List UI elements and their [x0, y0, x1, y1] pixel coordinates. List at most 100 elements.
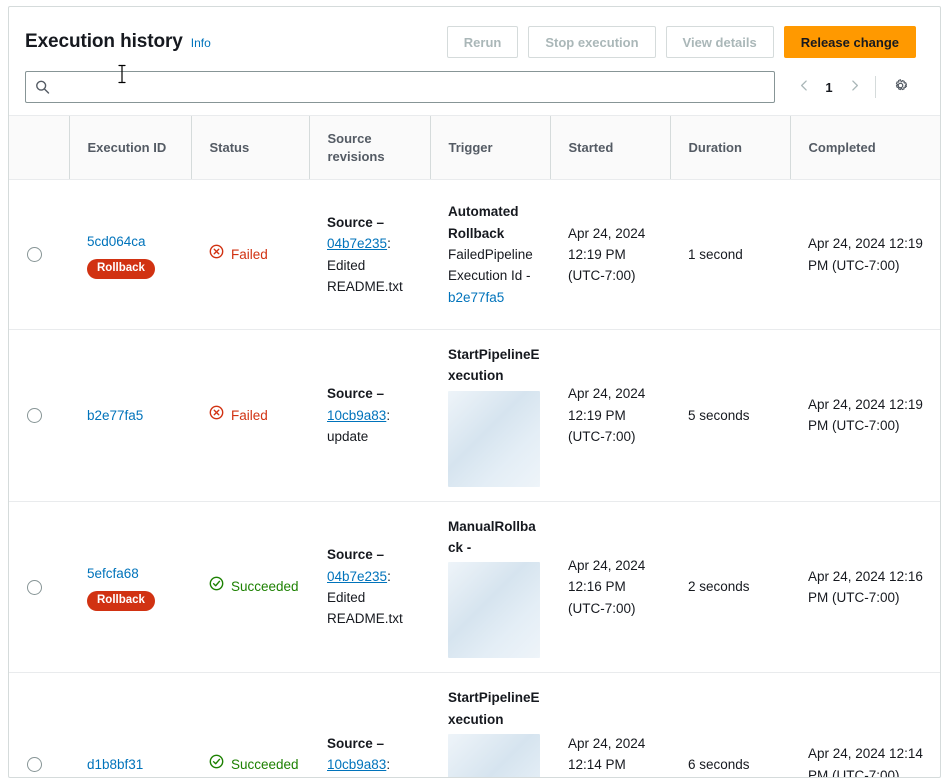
stop-execution-button[interactable]: Stop execution	[528, 26, 655, 58]
source-revision-link[interactable]: 10cb9a83	[327, 757, 386, 772]
started-timestamp: Apr 24, 2024 12:16 PM (UTC-7:00)	[568, 558, 645, 616]
search-row: 1	[9, 61, 940, 115]
table-preferences-button[interactable]	[886, 73, 914, 101]
rerun-button[interactable]: Rerun	[447, 26, 519, 58]
trigger-image-placeholder	[448, 562, 540, 658]
execution-history-table: Execution ID Status Source revisions Tri…	[9, 115, 940, 778]
row-select-cell	[9, 501, 69, 673]
status-failed-icon	[209, 405, 224, 426]
execution-id-cell: 5cd064caRollback	[69, 180, 191, 330]
page-title: Execution history	[25, 31, 183, 53]
card-header: Execution history Info Rerun Stop execut…	[9, 7, 940, 61]
duration-value: 6 seconds	[688, 757, 750, 772]
pagination: 1	[791, 72, 914, 102]
duration-value: 1 second	[688, 247, 743, 262]
row-radio-button[interactable]	[27, 580, 42, 595]
started-cell: Apr 24, 2024 12:14 PM (UTC-7:00)	[550, 673, 670, 778]
search-box[interactable]	[25, 71, 775, 103]
row-select-cell	[9, 330, 69, 502]
table-body: 5cd064caRollbackFailedSource –04b7e235: …	[9, 180, 940, 778]
trigger-image-placeholder	[448, 734, 540, 778]
pagination-next-button[interactable]	[841, 72, 867, 102]
table-header-row: Execution ID Status Source revisions Tri…	[9, 116, 940, 180]
info-link[interactable]: Info	[191, 36, 211, 50]
source-revision-link[interactable]: 10cb9a83	[327, 408, 386, 423]
execution-history-table-wrapper: Execution ID Status Source revisions Tri…	[9, 115, 940, 778]
source-colon: :	[387, 569, 391, 584]
table-row[interactable]: d1b8bf31SucceededSource –10cb9a83: updat…	[9, 673, 940, 778]
execution-id-link[interactable]: d1b8bf31	[87, 754, 143, 775]
status-failed-icon	[209, 244, 224, 265]
gear-icon	[892, 77, 909, 97]
column-header-execution-id: Execution ID	[69, 116, 191, 180]
trigger-cell: StartPipelineExecution	[430, 330, 550, 502]
source-colon: :	[386, 757, 390, 772]
completed-cell: Apr 24, 2024 12:19 PM (UTC-7:00)	[790, 180, 940, 330]
source-revision-link[interactable]: 04b7e235	[327, 569, 387, 584]
status-cell: Succeeded	[191, 501, 309, 673]
duration-cell: 6 seconds	[670, 673, 790, 778]
completed-cell: Apr 24, 2024 12:19 PM (UTC-7:00)	[790, 330, 940, 502]
row-select-cell	[9, 180, 69, 330]
column-header-status: Status	[191, 116, 309, 180]
column-header-trigger: Trigger	[430, 116, 550, 180]
completed-timestamp: Apr 24, 2024 12:14 PM (UTC-7:00)	[808, 746, 923, 778]
table-row[interactable]: 5efcfa68 Rollback Succeeded Source – 04b7e23…	[9, 501, 940, 673]
started-cell: Apr 24, 2024 12:19 PM (UTC-7:00)	[550, 180, 670, 330]
source-commit-message: Edited README.txt	[327, 258, 403, 294]
source-colon: :	[386, 408, 390, 423]
status-succeeded-icon	[209, 576, 224, 597]
trigger-cell: StartPipelineExecution	[430, 673, 550, 778]
rollback-badge: Rollback	[87, 591, 155, 611]
status-succeeded-icon	[209, 754, 224, 775]
release-change-button[interactable]: Release change	[784, 26, 916, 58]
status-label: Failed	[231, 244, 268, 265]
trigger-title: Automated Rollback	[448, 204, 519, 240]
execution-id-link[interactable]: b2e77fa5	[87, 405, 143, 426]
trigger-title: StartPipelineExecution	[448, 347, 540, 383]
source-commit-message: Edited README.txt	[327, 590, 403, 626]
duration-value: 5 seconds	[688, 408, 750, 423]
completed-cell: Apr 24, 2024 12:16 PM (UTC-7:00)	[790, 501, 940, 673]
column-header-completed: Completed	[790, 116, 940, 180]
execution-id-link[interactable]: 5efcfa68	[87, 563, 139, 584]
table-row[interactable]: b2e77fa5FailedSource –10cb9a83: updateSt…	[9, 330, 940, 502]
row-radio-button[interactable]	[27, 757, 42, 772]
trigger-subtitle: FailedPipelineExecution Id -	[448, 247, 533, 283]
pagination-divider	[875, 76, 876, 98]
pagination-prev-button[interactable]	[791, 72, 817, 102]
source-colon: :	[387, 236, 391, 251]
pagination-page-1[interactable]: 1	[819, 80, 839, 95]
view-details-button[interactable]: View details	[666, 26, 774, 58]
trigger-execution-link[interactable]: b2e77fa5	[448, 290, 504, 305]
search-input[interactable]	[26, 72, 774, 102]
execution-history-card: Execution history Info Rerun Stop execut…	[8, 6, 941, 778]
trigger-title: StartPipelineExecution	[448, 690, 540, 726]
trigger-cell: ManualRollback -	[430, 501, 550, 673]
execution-id-cell: d1b8bf31	[69, 673, 191, 778]
source-label: Source –	[327, 215, 384, 230]
table-header: Execution ID Status Source revisions Tri…	[9, 116, 940, 180]
title-group: Execution history Info	[25, 31, 447, 53]
column-header-started: Started	[550, 116, 670, 180]
status-label: Succeeded	[231, 576, 299, 597]
row-radio-button[interactable]	[27, 247, 42, 262]
source-revision-link[interactable]: 04b7e235	[327, 236, 387, 251]
source-revisions-cell: Source – 04b7e235: Edited README.txt	[309, 180, 430, 330]
column-header-duration: Duration	[670, 116, 790, 180]
started-cell: Apr 24, 2024 12:19 PM (UTC-7:00)	[550, 330, 670, 502]
completed-timestamp: Apr 24, 2024 12:19 PM (UTC-7:00)	[808, 397, 923, 433]
source-revisions-cell: Source –10cb9a83: update	[309, 330, 430, 502]
trigger-cell: Automated Rollback FailedPipelineExecutio…	[430, 180, 550, 330]
status-label: Succeeded	[231, 754, 299, 775]
duration-cell: 2 seconds	[670, 501, 790, 673]
execution-id-link[interactable]: 5cd064ca	[87, 231, 146, 252]
column-header-select	[9, 116, 69, 180]
status-cell: Succeeded	[191, 673, 309, 778]
source-label: Source –	[327, 386, 384, 401]
source-label: Source –	[327, 547, 384, 562]
row-select-cell	[9, 673, 69, 778]
table-row[interactable]: 5cd064caRollback Failed Source – 04b7e235: …	[9, 180, 940, 330]
row-radio-button[interactable]	[27, 408, 42, 423]
completed-timestamp: Apr 24, 2024 12:19 PM (UTC-7:00)	[808, 236, 923, 272]
